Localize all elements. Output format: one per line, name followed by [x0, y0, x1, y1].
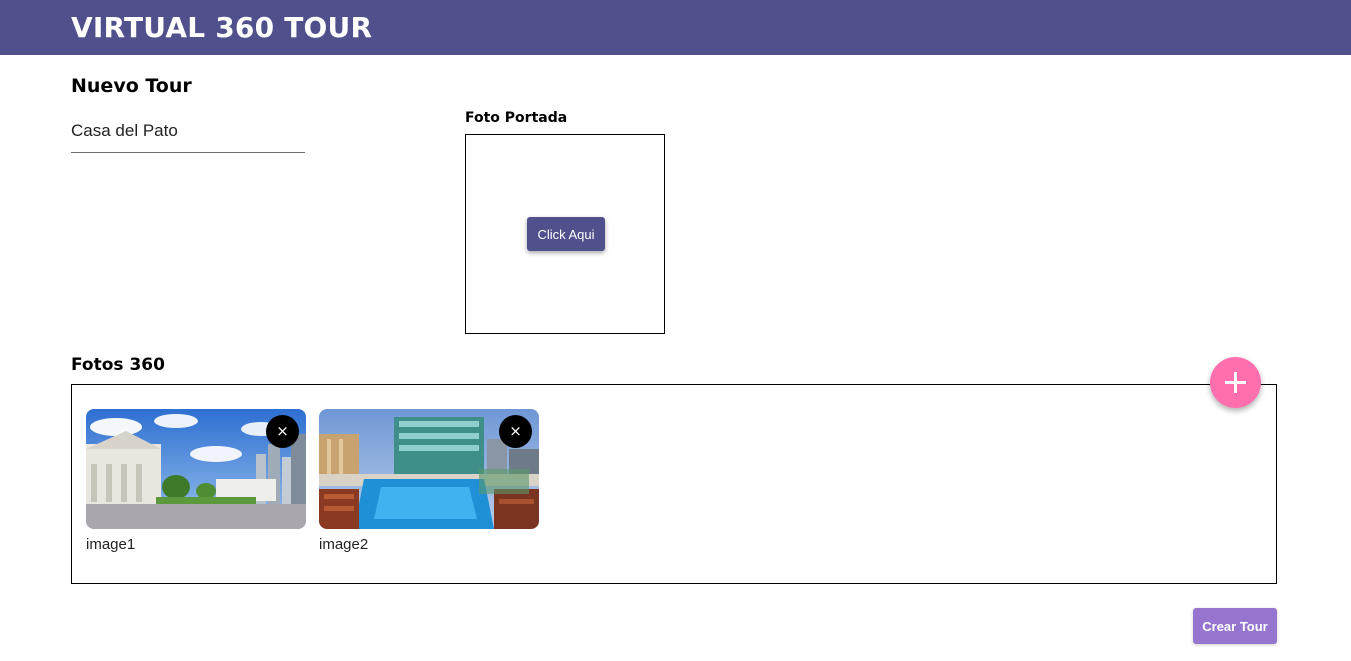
new-tour-heading: Nuevo Tour	[71, 75, 192, 97]
add-photo-button[interactable]	[1210, 357, 1261, 408]
photo-caption: image2	[319, 536, 369, 553]
photo-caption: image1	[86, 536, 136, 553]
cover-photo-label: Foto Portada	[465, 110, 568, 126]
cover-upload-button[interactable]: Click Aqui	[527, 217, 605, 251]
create-tour-button[interactable]: Crear Tour	[1193, 608, 1277, 644]
plus-icon	[1225, 372, 1246, 393]
photos-360-container: × image1 × image2	[71, 384, 1277, 584]
remove-photo-button[interactable]: ×	[266, 415, 299, 448]
app-title: VIRTUAL 360 TOUR	[71, 11, 373, 44]
app-bar: VIRTUAL 360 TOUR	[0, 0, 1351, 55]
tour-name-input[interactable]	[71, 118, 305, 144]
photos-360-heading: Fotos 360	[71, 355, 165, 375]
cover-photo-dropzone: Click Aqui	[465, 134, 665, 334]
tour-name-field[interactable]	[71, 118, 305, 153]
remove-photo-button[interactable]: ×	[499, 415, 532, 448]
